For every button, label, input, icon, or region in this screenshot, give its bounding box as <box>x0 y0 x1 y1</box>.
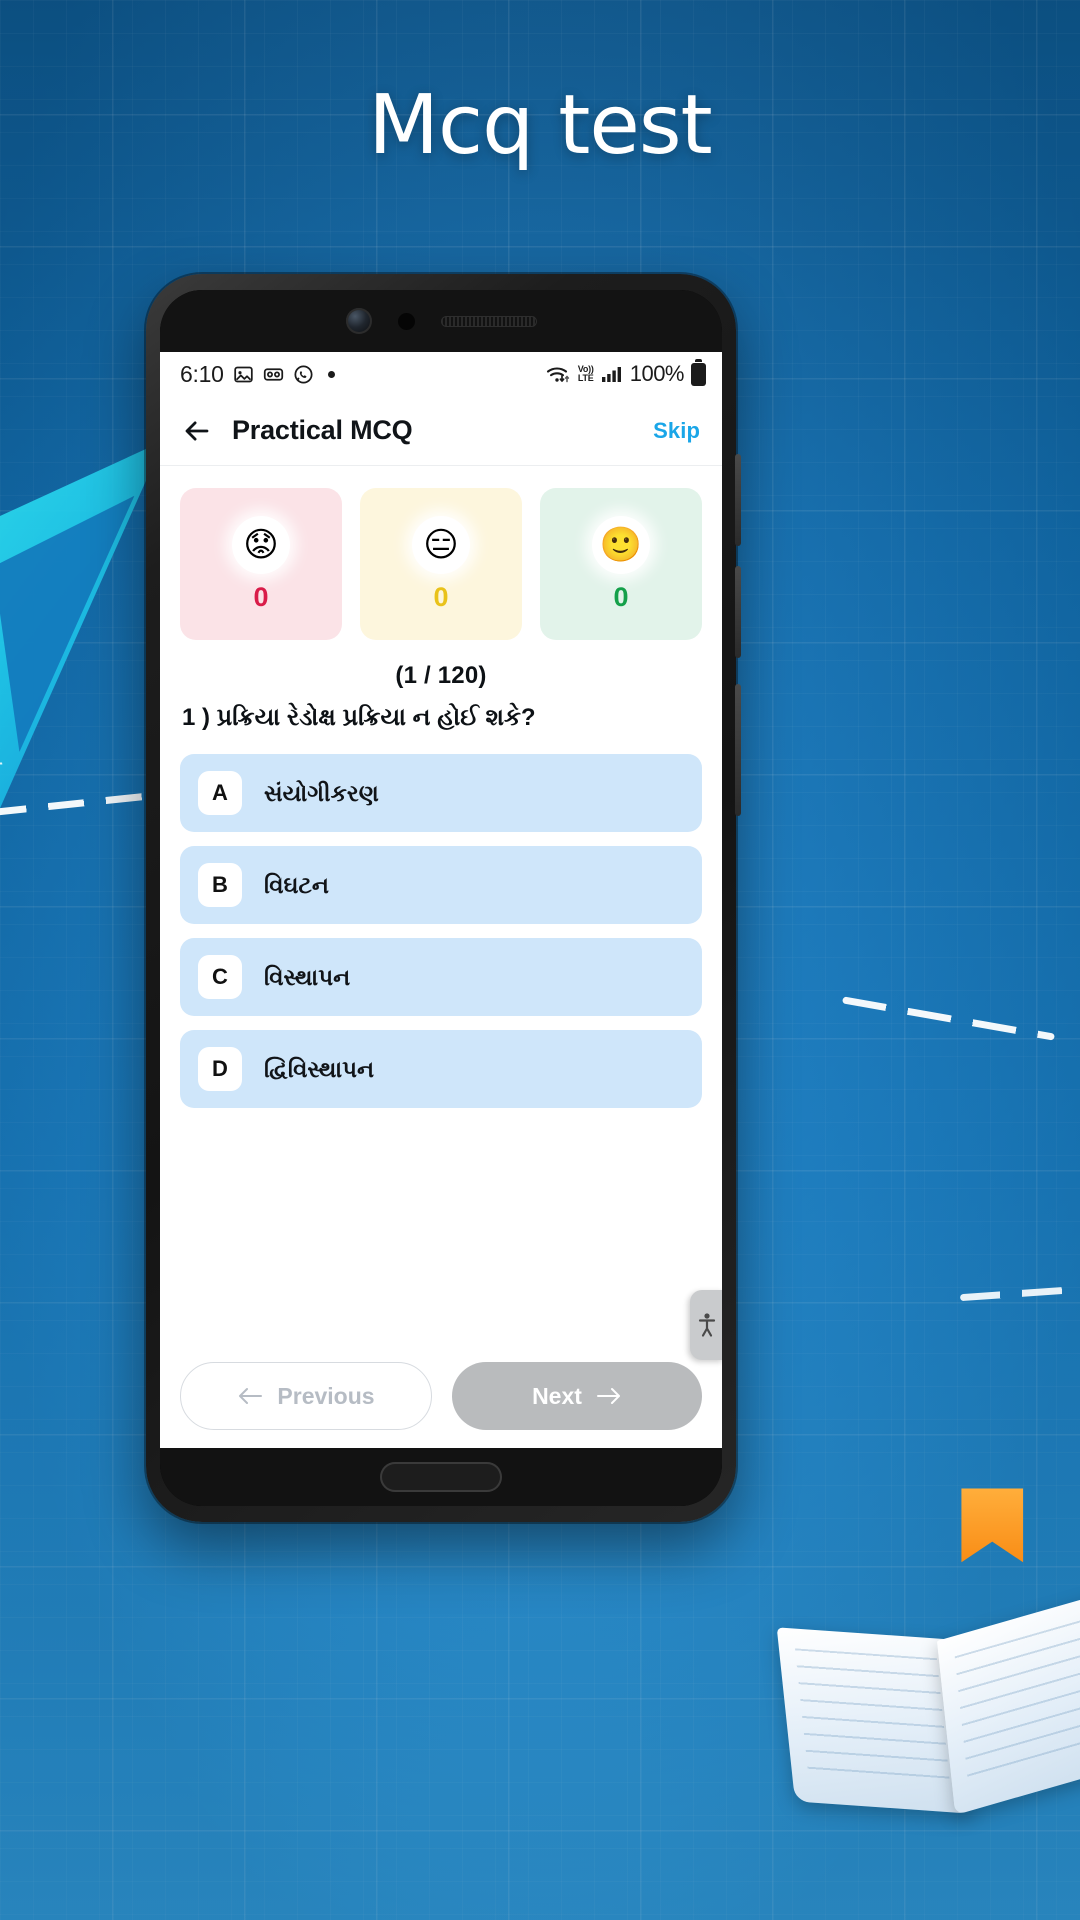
option-c-key: C <box>198 955 242 1000</box>
signal-bars-icon <box>601 367 621 382</box>
next-button[interactable]: Next <box>452 1362 702 1430</box>
phone-power-button <box>735 684 741 816</box>
option-c-label: વિસ્થાપન <box>264 963 351 990</box>
option-d[interactable]: D દ્વિવિસ્થાપન <box>180 1030 702 1109</box>
option-a-key: A <box>198 771 242 816</box>
question-text: 1 ) પ્રક્રિયા રેડોક્ષ પ્રક્રિયા ન હોઈ શક… <box>182 704 536 731</box>
previous-button-label: Previous <box>277 1382 375 1409</box>
home-button[interactable] <box>380 1462 502 1492</box>
app-bar-title: Practical MCQ <box>232 415 413 445</box>
previous-button[interactable]: Previous <box>180 1362 432 1430</box>
earpiece-speaker <box>440 315 537 327</box>
app-bar: Practical MCQ Skip <box>160 396 722 466</box>
score-count-skipped: 0 <box>433 581 449 612</box>
navigation-buttons: Previous Next <box>160 1362 722 1430</box>
whatsapp-icon <box>294 364 313 384</box>
phone-bottom-bezel <box>160 1448 722 1506</box>
phone-mockup: 6:10 Vo)) LTE 100% Practical MCQ Skip 😟 … <box>146 274 741 1522</box>
unamused-face-emoji: 😑 <box>412 515 470 574</box>
score-card-wrong[interactable]: 😟 0 <box>180 488 342 640</box>
accessibility-icon <box>698 1313 716 1337</box>
answer-options: A સંયોગીકરણ B વિઘટન C વિસ્થાપન D દ્વિવિસ… <box>160 734 722 1109</box>
open-book-decoration <box>765 1484 1080 1817</box>
option-b-key: B <box>198 863 242 908</box>
phone-volume-down-button <box>735 566 741 658</box>
option-d-key: D <box>198 1047 242 1092</box>
voicemail-icon <box>263 367 283 381</box>
arrow-right-icon <box>596 1388 620 1404</box>
arrow-left-icon <box>185 421 209 440</box>
skip-button[interactable]: Skip <box>653 418 700 444</box>
battery-percent-label: 100% <box>629 361 685 386</box>
option-a[interactable]: A સંયોગીકરણ <box>180 754 702 833</box>
arrow-left-icon <box>239 1388 263 1404</box>
option-b-label: વિઘટન <box>264 871 330 898</box>
front-camera-icon <box>345 308 372 334</box>
volte-line-1: Vo)) <box>577 363 594 374</box>
sensor-icon <box>397 312 415 330</box>
score-card-correct[interactable]: 🙂 0 <box>540 488 702 640</box>
option-d-label: દ્વિવિસ્થાપન <box>264 1055 375 1082</box>
volte-indicator: Vo)) LTE <box>577 363 594 384</box>
notification-dot-icon <box>327 370 335 378</box>
next-button-label: Next <box>532 1382 582 1409</box>
option-a-label: સંયોગીકરણ <box>264 779 379 806</box>
page-title: Mcq test <box>368 78 712 173</box>
slightly-smiling-face-emoji: 🙂 <box>592 515 650 574</box>
phone-top-bezel <box>160 290 722 352</box>
status-bar: 6:10 Vo)) LTE 100% <box>160 352 722 396</box>
worried-face-emoji: 😟 <box>232 515 290 574</box>
wifi-icon <box>546 367 569 383</box>
accessibility-button[interactable] <box>690 1290 722 1360</box>
bookmark-ribbon-icon <box>961 1488 1023 1562</box>
score-cards: 😟 0 😑 0 🙂 0 <box>160 466 722 640</box>
phone-volume-up-button <box>735 454 741 546</box>
volte-line-2: LTE <box>577 373 594 383</box>
score-count-correct: 0 <box>613 581 629 612</box>
image-icon <box>233 366 253 382</box>
status-bar-time: 6:10 <box>180 360 224 387</box>
score-count-wrong: 0 <box>253 581 269 612</box>
battery-full-icon <box>691 358 706 386</box>
score-card-skipped[interactable]: 😑 0 <box>360 488 522 640</box>
option-c[interactable]: C વિસ્થાપન <box>180 938 702 1017</box>
option-b[interactable]: B વિઘટન <box>180 846 702 925</box>
phone-screen: 6:10 Vo)) LTE 100% Practical MCQ Skip 😟 … <box>160 352 722 1448</box>
question-counter: (1 / 120) <box>395 662 487 689</box>
back-button[interactable] <box>180 414 214 448</box>
